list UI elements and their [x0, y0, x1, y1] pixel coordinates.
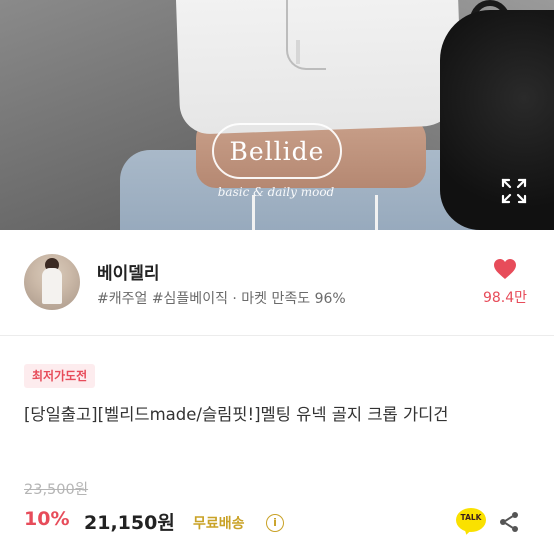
seller-name[interactable]: 베이델리 — [97, 259, 160, 284]
discount-rate: 10% — [24, 508, 70, 530]
free-shipping-label: 무료배송 — [193, 516, 245, 532]
talk-bubble-tail — [462, 526, 474, 536]
brand-logo: Bellide — [212, 123, 342, 179]
bag-photo — [440, 10, 554, 230]
original-price: 23,500원 — [24, 482, 89, 498]
seller-avatar[interactable] — [24, 254, 80, 310]
expand-icon[interactable] — [500, 177, 528, 205]
drawstring-photo — [252, 195, 255, 230]
avatar-figure — [42, 268, 62, 304]
brand-tagline: basic & daily mood — [217, 185, 335, 199]
seller-meta: #캐주얼 #심플베이직 · 마켓 만족도 96% — [97, 291, 346, 307]
share-icon[interactable] — [497, 510, 521, 534]
like-count: 98.4만 — [482, 290, 528, 306]
talk-label: TALK — [460, 513, 482, 522]
sale-price: 21,150원 — [84, 512, 175, 534]
necklace-photo — [286, 0, 326, 70]
section-divider — [0, 335, 554, 336]
heart-icon[interactable] — [493, 258, 517, 280]
drawstring-photo — [375, 195, 378, 230]
pendant-photo — [296, 40, 300, 64]
info-icon[interactable]: i — [266, 514, 284, 532]
seller-info: 베이델리 #캐주얼 #심플베이직 · 마켓 만족도 96% 98.4만 — [0, 230, 554, 335]
product-hero-image[interactable]: Bellide basic & daily mood — [0, 0, 554, 230]
brand-logo-text: Bellide — [229, 136, 325, 166]
lowest-price-badge: 최저가도전 — [24, 364, 96, 388]
kakao-talk-button[interactable]: TALK — [456, 508, 486, 536]
product-title: [당일출고][벨리드made/슬림핏!]멜팅 유넥 골지 크롭 가디건 — [24, 405, 449, 424]
